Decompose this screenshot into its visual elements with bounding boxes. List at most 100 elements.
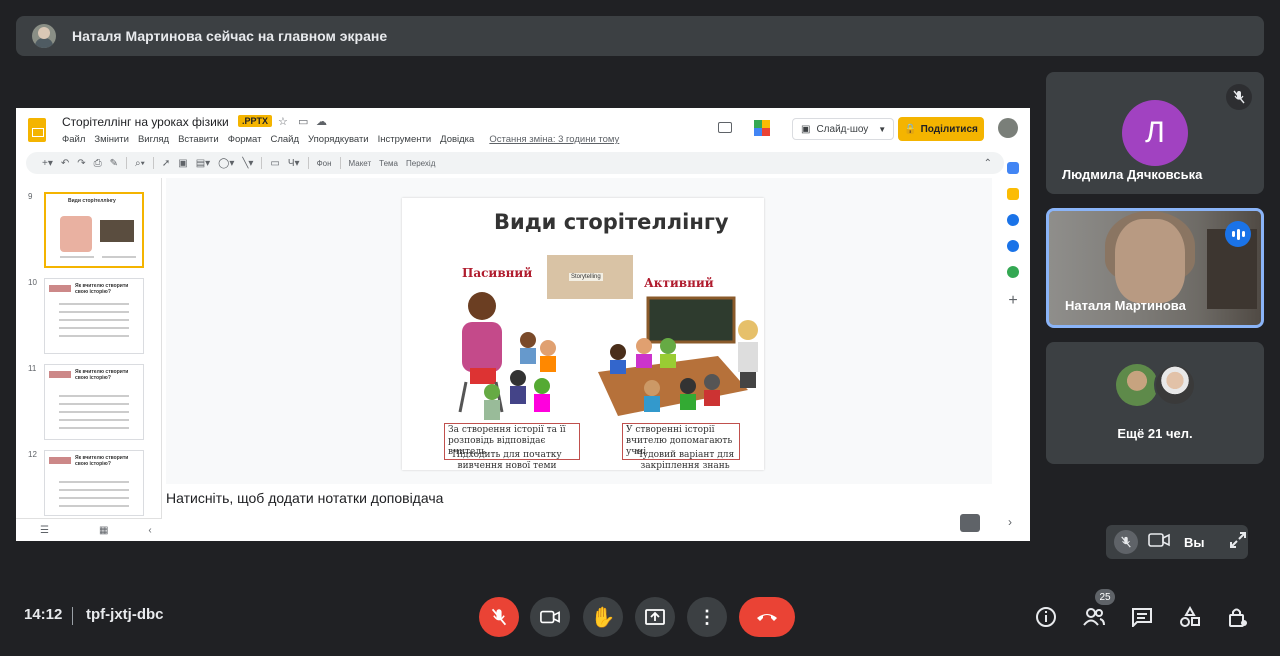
meeting-details-button[interactable] [1033, 604, 1059, 630]
menu-insert[interactable]: Вставити [178, 134, 219, 145]
hang-up-icon [757, 614, 777, 621]
mic-off-icon[interactable] [1114, 530, 1138, 554]
present-button[interactable] [635, 597, 675, 637]
meeting-code[interactable]: tpf-jxtj-dbc [86, 606, 163, 623]
menu-help[interactable]: Довідка [440, 134, 474, 145]
keep-icon[interactable] [1007, 188, 1019, 200]
meet-icon[interactable] [754, 120, 778, 136]
list-view-icon[interactable]: ☰ [40, 525, 49, 536]
more-options-button[interactable]: ⋮ [687, 597, 727, 637]
slide-thumbnail-12[interactable]: Як вчителю створити свою історію? [44, 450, 144, 516]
self-preview[interactable]: Вы [1106, 525, 1248, 559]
leave-call-button[interactable] [739, 597, 795, 637]
paint-format-icon[interactable]: ✎ [110, 158, 118, 169]
chat-button[interactable] [1129, 604, 1155, 630]
slides-toolbar: +▾ ↶ ↷ ⎙ ✎ ⌕▾ ➚ ▣ ▤▾ ◯▾ ╲▾ ▭ Ч▾ Фон Маке… [26, 152, 1004, 174]
thumb-title: Як вчителю створити свою історію? [75, 283, 129, 295]
info-icon [1036, 607, 1056, 627]
maps-icon[interactable] [1007, 266, 1019, 278]
layout-button[interactable]: Макет [349, 159, 372, 168]
share-button[interactable]: 🔒 Поділитися [898, 117, 984, 141]
comment-icon[interactable] [718, 122, 732, 133]
slide-number: 11 [28, 364, 37, 373]
chevron-down-icon[interactable]: ▼ [878, 125, 886, 134]
storytelling-sign: Storytelling [569, 273, 603, 281]
image-icon[interactable]: ▤▾ [196, 158, 210, 169]
share-label: Поділитися [920, 123, 978, 135]
background-button[interactable]: Фон [317, 159, 332, 168]
doc-title[interactable]: Сторітеллінг на уроках фізики [62, 115, 229, 129]
passive-caption: Підходить для початку вивчення нової тем… [452, 450, 562, 471]
mic-toggle-button[interactable] [479, 597, 519, 637]
participant-tile-1[interactable]: Л Людмила Дячковська [1046, 72, 1264, 194]
star-icon[interactable]: ☆ [278, 115, 288, 128]
raise-hand-button[interactable]: ✋ [583, 597, 623, 637]
calendar-icon[interactable] [1007, 162, 1019, 174]
thumb-title: Види сторітеллінгу [68, 198, 116, 204]
camera-icon[interactable] [1148, 532, 1170, 553]
collapse-panel-icon[interactable]: ‹ [148, 525, 151, 536]
zoom-icon[interactable]: ⌕▾ [135, 158, 145, 169]
slides-logo-icon [28, 118, 46, 142]
meeting-time: 14:12 [24, 606, 63, 623]
more-participants-tile[interactable]: Ещё 21 чел. [1046, 342, 1264, 464]
grid-view-icon[interactable]: ▦ [99, 525, 108, 536]
menu-edit[interactable]: Змінити [94, 134, 129, 145]
slide-thumbnail-9[interactable]: Види сторітеллінгу [44, 192, 144, 268]
host-controls-button[interactable] [1225, 604, 1251, 630]
passive-illustration [458, 292, 556, 420]
menu-arrange[interactable]: Упорядкувати [308, 134, 369, 145]
shape-icon[interactable]: ◯▾ [218, 158, 234, 169]
participant-tile-2[interactable]: Наталя Мартинова [1046, 208, 1264, 328]
comment-add-icon[interactable]: ▭ [270, 158, 279, 169]
active-illustration [598, 296, 758, 416]
chevron-right-icon[interactable]: › [1008, 515, 1012, 529]
slide-thumbnail-11[interactable]: Як вчителю створити свою історію? [44, 364, 144, 440]
theme-button[interactable]: Тема [379, 159, 398, 168]
transition-button[interactable]: Перехід [406, 159, 435, 168]
menu-slide[interactable]: Слайд [270, 134, 299, 145]
camera-toggle-button[interactable] [530, 597, 570, 637]
participant-avatar [1154, 364, 1196, 406]
activities-button[interactable] [1177, 604, 1203, 630]
tasks-icon[interactable] [1007, 214, 1019, 226]
menu-format[interactable]: Формат [228, 134, 262, 145]
mic-off-icon [491, 608, 507, 626]
slides-menu: Файл Змінити Вигляд Вставити Формат Слай… [62, 134, 619, 145]
undo-icon[interactable]: ↶ [61, 158, 69, 169]
expand-icon[interactable] [1229, 531, 1247, 554]
mic-off-icon [1226, 84, 1252, 110]
print-icon[interactable]: ⎙ [94, 158, 102, 169]
menu-file[interactable]: Файл [62, 134, 85, 145]
menu-view[interactable]: Вигляд [138, 134, 169, 145]
folder-icon[interactable]: ▭ [298, 115, 308, 128]
camera-icon [540, 610, 560, 624]
filmstrip: 9 Види сторітеллінгу 10 Як вчителю створ… [16, 178, 162, 518]
add-addon-icon[interactable]: + [1008, 292, 1017, 310]
participants-button[interactable] [1081, 604, 1107, 630]
lock-person-icon [1229, 608, 1247, 627]
shared-screen[interactable]: Сторітеллінг на уроках фізики .PPTX ☆ ▭ … [16, 108, 1030, 541]
speaking-indicator-icon [1225, 221, 1251, 247]
presenter-avatar [32, 24, 56, 48]
collapse-icon[interactable]: ⌃ [984, 158, 992, 169]
video-face [1115, 219, 1185, 303]
menu-tools[interactable]: Інструменти [378, 134, 432, 145]
slideshow-button[interactable]: ▣ Слайд-шоу ▼ [792, 118, 894, 140]
chat-icon [1132, 608, 1152, 627]
new-slide-icon[interactable]: +▾ [42, 158, 53, 169]
explore-icon[interactable] [960, 514, 980, 532]
contacts-icon[interactable] [1007, 240, 1019, 252]
current-slide[interactable]: Види сторітеллінгу Пасивний Storytelling… [402, 198, 764, 471]
activities-icon [1180, 606, 1200, 627]
select-icon[interactable]: ➚ [162, 158, 170, 169]
input-tools-icon[interactable]: Ч▾ [288, 158, 300, 169]
slide-thumbnail-10[interactable]: Як вчителю створити свою історію? [44, 278, 144, 354]
textbox-icon[interactable]: ▣ [178, 158, 187, 169]
account-avatar[interactable] [998, 118, 1018, 138]
redo-icon[interactable]: ↷ [77, 158, 85, 169]
line-icon[interactable]: ╲▾ [242, 158, 253, 169]
last-edit-link[interactable]: Остання зміна: 3 години тому [489, 134, 619, 145]
speaker-notes[interactable]: Натисніть, щоб додати нотатки доповідача [166, 490, 443, 506]
more-count: Ещё 21 чел. [1117, 426, 1193, 441]
